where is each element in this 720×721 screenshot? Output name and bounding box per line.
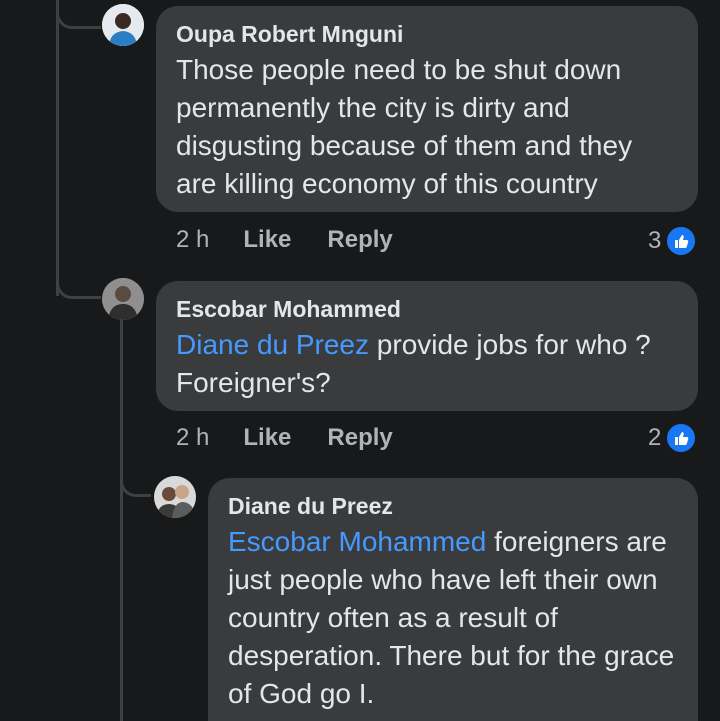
avatar[interactable]: [154, 476, 196, 518]
reaction-count: 2: [648, 424, 662, 451]
comment-bubble: Diane du Preez Escobar Mohammed foreigne…: [208, 478, 698, 721]
like-button[interactable]: Like: [243, 424, 291, 452]
reaction-summary[interactable]: 2: [648, 422, 698, 454]
comment-actions: 2 h Like Reply: [176, 226, 429, 254]
thread-line-main: [56, 0, 59, 296]
reply-button[interactable]: Reply: [327, 226, 392, 254]
comment-timestamp[interactable]: 2 h: [176, 424, 209, 452]
thread-connector-2: [56, 270, 101, 299]
thread-connector-3: [120, 468, 151, 497]
comment-body: Those people need to be shut down perman…: [176, 54, 633, 199]
reaction-summary[interactable]: 3: [648, 225, 698, 257]
comment-text: Diane du Preez provide jobs for who ? Fo…: [176, 326, 678, 402]
comment-text: Those people need to be shut down perman…: [176, 51, 678, 203]
comment-bubble: Oupa Robert Mnguni Those people need to …: [156, 6, 698, 212]
comment-bubble: Escobar Mohammed Diane du Preez provide …: [156, 281, 698, 411]
mention-link[interactable]: Diane du Preez: [176, 329, 369, 360]
comment-actions: 2 h Like Reply: [176, 424, 429, 452]
profile-photo-icon: [102, 4, 144, 46]
avatar[interactable]: [102, 278, 144, 320]
comment-author[interactable]: Escobar Mohammed: [176, 294, 678, 324]
reply-button[interactable]: Reply: [327, 424, 392, 452]
thread-line-reply: [120, 318, 123, 721]
comment-text: Escobar Mohammed foreigners are just peo…: [228, 523, 678, 713]
avatar[interactable]: [102, 4, 144, 46]
comment-author[interactable]: Oupa Robert Mnguni: [176, 19, 678, 49]
profile-photo-icon: [154, 476, 196, 518]
profile-photo-icon: [102, 278, 144, 320]
mention-link[interactable]: Escobar Mohammed: [228, 526, 486, 557]
like-icon: [665, 422, 698, 454]
comment-timestamp[interactable]: 2 h: [176, 226, 209, 254]
reaction-count: 3: [648, 227, 662, 254]
like-icon: [665, 225, 698, 257]
thread-connector-1: [56, 0, 101, 29]
comment-author[interactable]: Diane du Preez: [228, 491, 678, 521]
like-button[interactable]: Like: [243, 226, 291, 254]
